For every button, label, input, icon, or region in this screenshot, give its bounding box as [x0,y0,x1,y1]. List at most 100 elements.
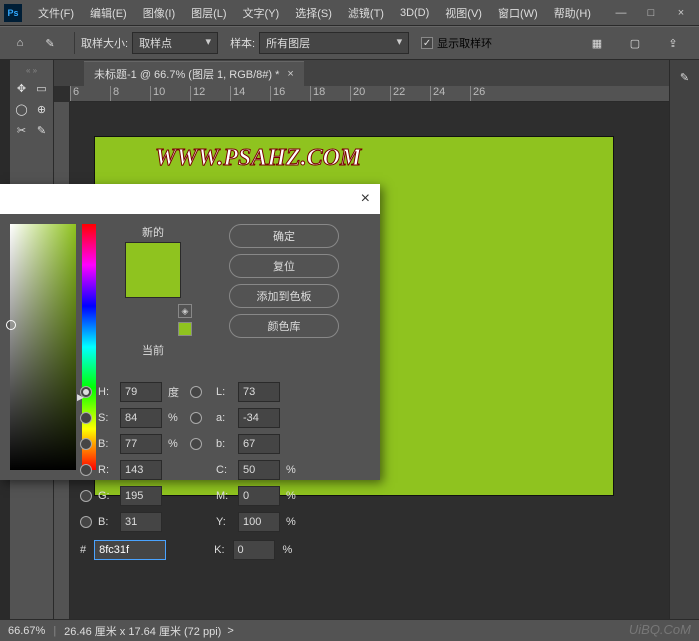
current-label: 当前 [142,342,164,358]
color-picker-dialog: × ▶ 新的 ◈ 当前 确定 复位 添加到色板 颜色库 H:度 L: S [0,184,380,480]
label-m: M: [216,490,234,502]
reset-button[interactable]: 复位 [229,254,339,278]
menu-select[interactable]: 选择(S) [287,1,340,25]
menu-3d[interactable]: 3D(D) [392,3,437,23]
input-a[interactable] [238,408,280,428]
tab-close-icon[interactable]: × [287,68,293,80]
toolbox-expand[interactable]: « » [26,66,37,75]
share-icon[interactable]: ⇪ [661,31,685,55]
input-k[interactable] [233,540,275,560]
radio-r[interactable] [80,464,92,476]
menu-filter[interactable]: 滤镜(T) [340,1,392,25]
label-c: C: [216,464,234,476]
label-b-hsb: B: [98,438,116,450]
picker-close-icon[interactable]: × [361,190,370,208]
hex-hash: # [80,544,86,556]
document-tabs: 未标题-1 @ 66.7% (图层 1, RGB/8#) * × [54,60,669,86]
radio-b-rgb[interactable] [80,516,92,528]
radio-g[interactable] [80,490,92,502]
label-y: Y: [216,516,234,528]
label-b-rgb: B: [98,516,116,528]
color-library-button[interactable]: 颜色库 [229,314,339,338]
label-b-lab: b: [216,438,234,450]
new-color-swatch [125,242,181,298]
maximize-button[interactable]: □ [637,3,665,23]
menubar: Ps 文件(F) 编辑(E) 图像(I) 图层(L) 文字(Y) 选择(S) 滤… [0,0,699,26]
right-panel: ✎ [669,60,699,619]
label-k: K: [214,544,224,556]
label-l: L: [216,386,234,398]
picker-titlebar[interactable]: × [0,184,380,214]
tab-title: 未标题-1 @ 66.7% (图层 1, RGB/8#) * [94,66,279,82]
sample-size-select[interactable]: 取样点 [132,32,218,54]
radio-b-lab[interactable] [190,438,202,450]
footer-brand: UiBQ.CoM [629,622,691,637]
menu-help[interactable]: 帮助(H) [546,1,599,25]
new-label: 新的 [142,224,164,240]
websafe-swatch-icon[interactable] [178,322,192,336]
input-b-rgb[interactable] [120,512,162,532]
menu-view[interactable]: 视图(V) [437,1,490,25]
label-a: a: [216,412,234,424]
zoom-level[interactable]: 66.67% [8,625,45,637]
add-swatch-button[interactable]: 添加到色板 [229,284,339,308]
saturation-value-panel[interactable] [10,224,76,470]
frame-icon[interactable]: ▢ [623,31,647,55]
lasso-tool-icon[interactable]: ◯ [13,100,31,118]
label-s: S: [98,412,116,424]
radio-a[interactable] [190,412,202,424]
crop-tool-icon[interactable]: ✂ [13,121,31,139]
label-r: R: [98,464,116,476]
radio-s[interactable] [80,412,92,424]
grid-icon[interactable]: ▦ [585,31,609,55]
marquee-tool-icon[interactable]: ▭ [33,79,51,97]
label-g: G: [98,490,116,502]
show-ring-checkbox[interactable]: ✓ [421,37,433,49]
label-h: H: [98,386,116,398]
radio-l[interactable] [190,386,202,398]
input-b-lab[interactable] [238,434,280,454]
input-y[interactable] [238,512,280,532]
input-r[interactable] [120,460,162,480]
move-tool-icon[interactable]: ✥ [13,79,31,97]
status-bar: 66.67% | 26.46 厘米 x 17.64 厘米 (72 ppi) > [0,619,699,641]
eyedropper-icon[interactable]: ✎ [33,121,51,139]
quick-select-tool-icon[interactable]: ⊕ [33,100,51,118]
edit-toolbar-icon[interactable]: ✎ [672,64,698,90]
input-m[interactable] [238,486,280,506]
input-s[interactable] [120,408,162,428]
menu-edit[interactable]: 编辑(E) [82,1,135,25]
menu-file[interactable]: 文件(F) [30,1,82,25]
home-icon[interactable]: ⌂ [8,31,32,55]
options-bar: ⌂ ✎ 取样大小: 取样点 样本: 所有图层 ✓ 显示取样环 ▦ ▢ ⇪ [0,26,699,60]
sample-size-label: 取样大小: [81,35,128,51]
divider [74,32,75,54]
input-b-hsb[interactable] [120,434,162,454]
eyedropper-tool-icon[interactable]: ✎ [38,31,62,55]
radio-h[interactable] [80,386,92,398]
window-controls: — □ × [607,3,695,23]
show-ring-label: 显示取样环 [437,35,492,51]
document-dimensions: 26.46 厘米 x 17.64 厘米 (72 ppi) [64,623,221,639]
document-tab[interactable]: 未标题-1 @ 66.7% (图层 1, RGB/8#) * × [84,61,304,86]
sample-select[interactable]: 所有图层 [259,32,409,54]
menu-layer[interactable]: 图层(L) [183,1,234,25]
hex-input[interactable] [94,540,166,560]
minimize-button[interactable]: — [607,3,635,23]
sv-cursor[interactable] [6,320,16,330]
menu-window[interactable]: 窗口(W) [490,1,546,25]
status-arrow-icon[interactable]: > [227,625,233,637]
color-values: H:度 L: S:% a: B:% b: R: C:% G: M:% B: Y:… [80,382,370,570]
ruler-horizontal: 68101214161820222426 [70,86,669,102]
close-button[interactable]: × [667,3,695,23]
menu-image[interactable]: 图像(I) [135,1,183,25]
menu-type[interactable]: 文字(Y) [235,1,288,25]
ok-button[interactable]: 确定 [229,224,339,248]
input-h[interactable] [120,382,162,402]
input-g[interactable] [120,486,162,506]
input-c[interactable] [238,460,280,480]
app-logo: Ps [4,4,22,22]
radio-b-hsb[interactable] [80,438,92,450]
cube-icon[interactable]: ◈ [178,304,192,318]
input-l[interactable] [238,382,280,402]
